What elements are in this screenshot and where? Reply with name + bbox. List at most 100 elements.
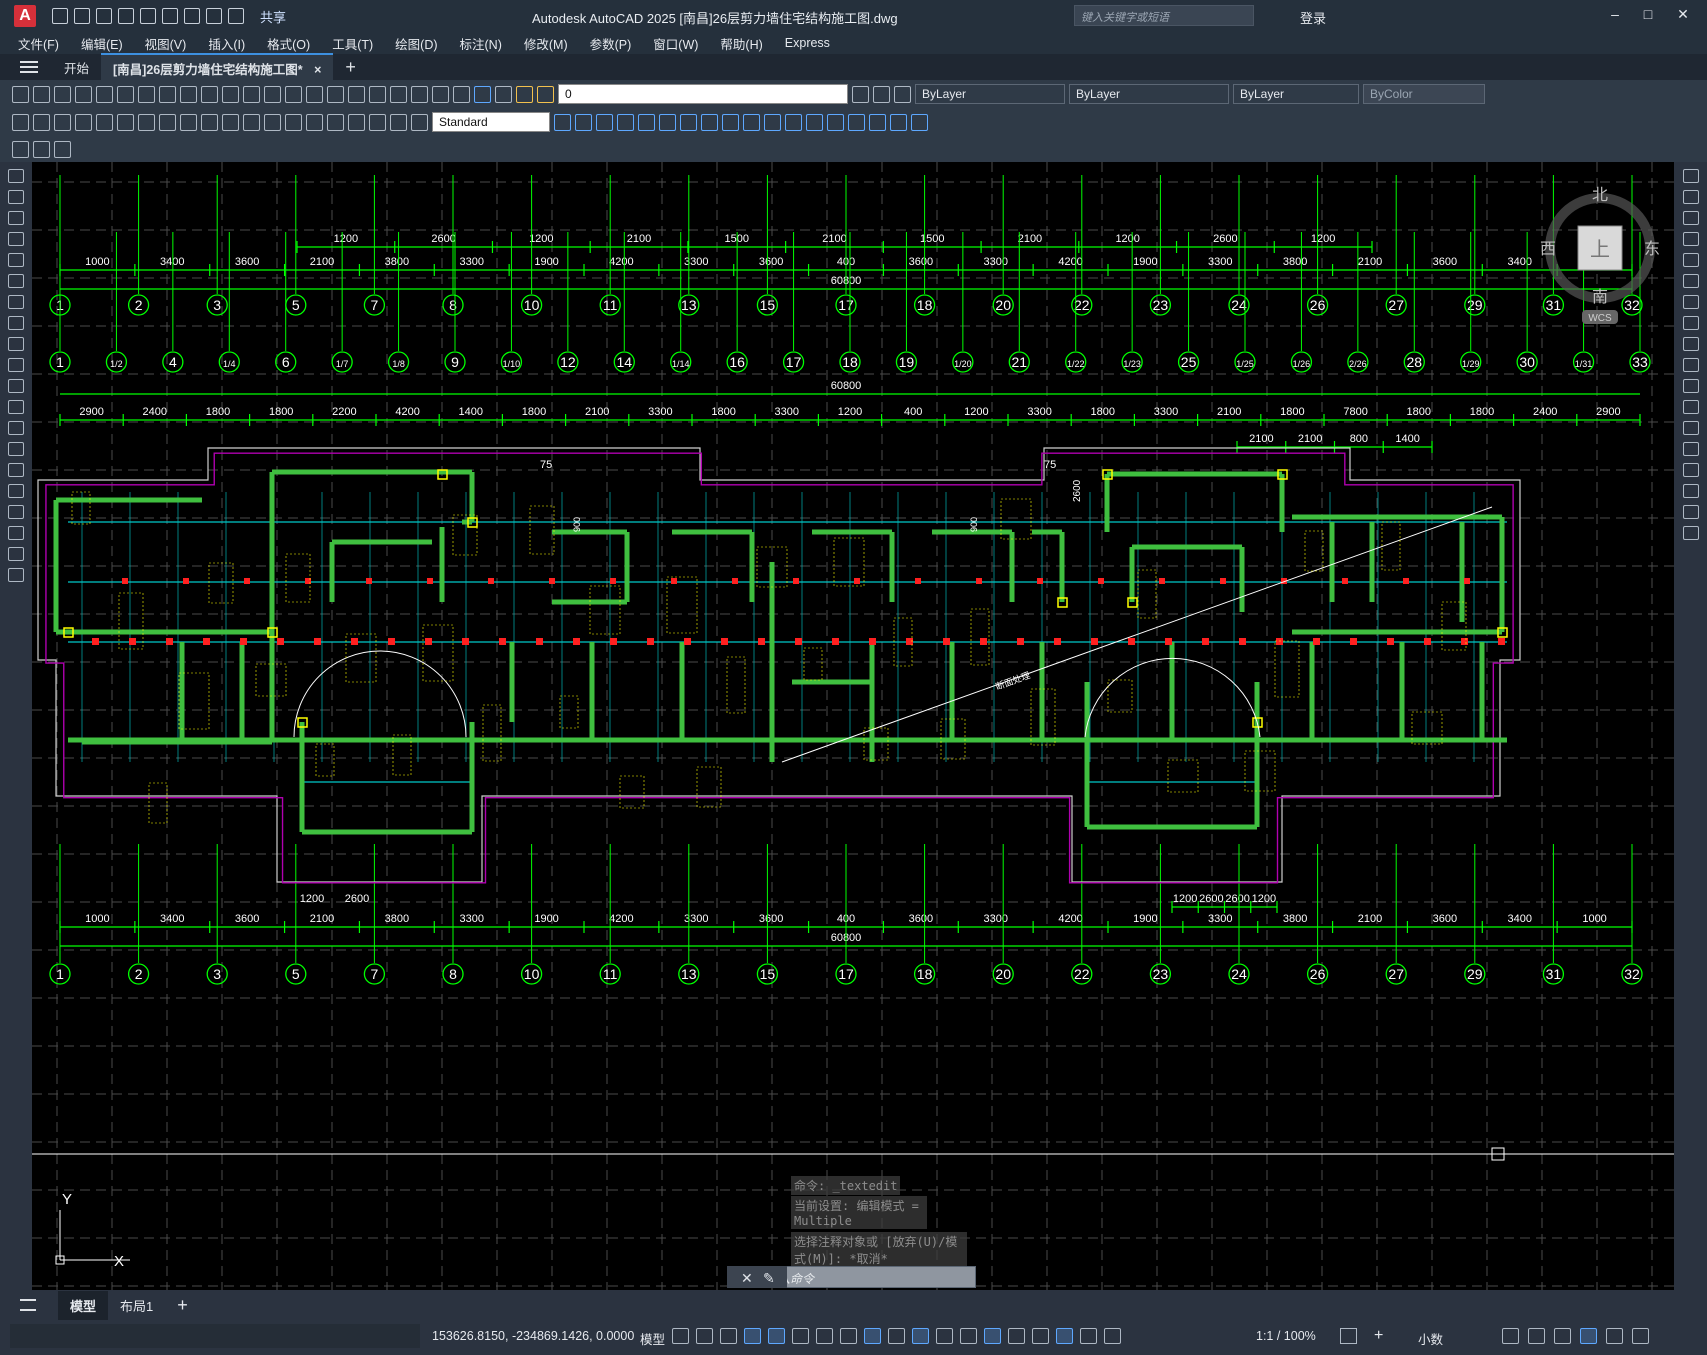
layer-properties-icon[interactable]	[495, 85, 512, 103]
tab-start[interactable]: 开始	[52, 54, 101, 81]
gizmo-icon[interactable]	[1032, 1328, 1049, 1344]
copy-icon[interactable]	[159, 85, 176, 103]
make-current-layer-icon[interactable]	[852, 85, 869, 103]
polar-icon[interactable]	[792, 1328, 809, 1344]
mirror-icon[interactable]	[1682, 211, 1699, 225]
close-command-icon[interactable]: ✕	[741, 1270, 753, 1287]
lineweight-icon[interactable]	[888, 1328, 905, 1344]
publish-icon[interactable]	[117, 85, 134, 103]
jogged-dim-icon[interactable]	[117, 113, 134, 131]
menu-draw[interactable]: 绘图(D)	[395, 34, 437, 53]
jogged-linear-icon[interactable]	[348, 113, 365, 131]
3d-osnap-icon[interactable]	[960, 1328, 977, 1344]
modify-icon-13[interactable]	[806, 113, 823, 131]
make-block-icon[interactable]	[8, 421, 24, 435]
close-icon[interactable]: ✕	[1668, 6, 1698, 26]
modify-icon-12[interactable]	[785, 113, 802, 131]
object-snap-icon[interactable]	[864, 1328, 881, 1344]
open-icon[interactable]	[33, 85, 50, 103]
polyline-icon[interactable]	[8, 211, 24, 225]
viewcube-south[interactable]: 南	[1592, 287, 1608, 306]
match-properties-icon[interactable]	[201, 85, 218, 103]
chamfer-icon[interactable]	[1682, 463, 1699, 477]
open-file-icon[interactable]	[74, 8, 90, 24]
linetype-dropdown[interactable]: ByLayer	[1069, 84, 1229, 104]
plotstyle-dropdown[interactable]: ByColor	[1363, 84, 1485, 104]
snap-icon[interactable]	[696, 1328, 713, 1344]
break-at-point-icon[interactable]	[1682, 400, 1699, 414]
isodraft-icon[interactable]	[816, 1328, 833, 1344]
center-mark-icon[interactable]	[306, 113, 323, 131]
menu-file[interactable]: 文件(F)	[18, 34, 59, 53]
add-selected-icon[interactable]	[8, 568, 24, 582]
layout-menu-icon[interactable]	[20, 1299, 36, 1311]
redo-icon[interactable]	[243, 85, 260, 103]
annotation-scale-dropdown[interactable]: 1:1 / 100%	[1256, 1329, 1316, 1343]
dynamic-ucs-icon[interactable]	[984, 1328, 1001, 1344]
extend-icon[interactable]	[1682, 379, 1699, 393]
layer-light-icon[interactable]	[516, 85, 533, 103]
tab-close-icon[interactable]: ×	[314, 63, 321, 77]
menu-modify[interactable]: 修改(M)	[524, 34, 568, 53]
plot-icon[interactable]	[184, 8, 200, 24]
baseline-dim-icon[interactable]	[201, 113, 218, 131]
viewcube-north[interactable]: 北	[1592, 186, 1608, 204]
rotate-icon[interactable]	[1682, 295, 1699, 309]
table-icon[interactable]	[8, 526, 24, 540]
break-icon[interactable]	[1682, 421, 1699, 435]
save-icon[interactable]	[96, 8, 112, 24]
menu-parametric[interactable]: 参数(P)	[590, 34, 632, 53]
viewcube-west[interactable]: 西	[1540, 239, 1556, 258]
dim-edit-icon[interactable]	[369, 113, 386, 131]
modify-icon-7[interactable]	[680, 113, 697, 131]
dim-break-icon[interactable]	[264, 113, 281, 131]
block-edit-icon[interactable]	[12, 140, 29, 158]
modify-icon-11[interactable]	[764, 113, 781, 131]
gradient-icon[interactable]	[8, 484, 24, 498]
angular-dim-icon[interactable]	[159, 113, 176, 131]
zoom-previous-icon[interactable]	[327, 85, 344, 103]
auto-scale-icon[interactable]	[1080, 1328, 1097, 1344]
point-icon[interactable]	[8, 442, 24, 456]
new-file-icon[interactable]	[52, 8, 68, 24]
save-as-icon[interactable]	[118, 8, 134, 24]
menu-format[interactable]: 格式(O)	[267, 34, 310, 53]
modify-icon-10[interactable]	[743, 113, 760, 131]
help-icon[interactable]	[474, 85, 491, 103]
add-layout-button[interactable]: +	[165, 1290, 200, 1321]
lineweight-dropdown[interactable]: ByLayer	[1233, 84, 1359, 104]
units-dropdown[interactable]: 小数	[1418, 1329, 1443, 1348]
hamburger-menu-icon[interactable]	[20, 61, 38, 73]
modify-icon-4[interactable]	[617, 113, 634, 131]
rectangle-icon[interactable]	[8, 253, 24, 267]
scale-icon[interactable]	[1682, 316, 1699, 330]
line-icon[interactable]	[8, 169, 24, 183]
grid-icon[interactable]	[672, 1328, 689, 1344]
insert-block-icon[interactable]	[8, 400, 24, 414]
command-line-handle[interactable]	[727, 1266, 787, 1288]
lock-ui-icon[interactable]	[1528, 1328, 1545, 1344]
diameter-dim-icon[interactable]	[138, 113, 155, 131]
save-web-icon[interactable]	[162, 8, 178, 24]
annotation-monitor-icon[interactable]: +	[1374, 1327, 1383, 1345]
dim-space-icon[interactable]	[243, 113, 260, 131]
drawing-canvas[interactable]: 1200260012002100150021001500210012002600…	[32, 162, 1674, 1290]
trim-icon[interactable]	[1682, 358, 1699, 372]
design-center-icon[interactable]	[369, 85, 386, 103]
dynamic-input-icon[interactable]	[744, 1328, 761, 1344]
tolerance-icon[interactable]	[285, 113, 302, 131]
text-style-dropdown[interactable]: Standard	[432, 112, 550, 132]
arc-icon[interactable]	[8, 274, 24, 288]
modify-icon-5[interactable]	[638, 113, 655, 131]
circle-icon[interactable]	[8, 295, 24, 309]
modify-icon-15[interactable]	[848, 113, 865, 131]
quickcalc-icon[interactable]	[453, 85, 470, 103]
minimize-icon[interactable]: –	[1600, 6, 1630, 26]
continue-dim-icon[interactable]	[222, 113, 239, 131]
quick-dim-icon[interactable]	[180, 113, 197, 131]
open-web-icon[interactable]	[140, 8, 156, 24]
hatch-icon[interactable]	[8, 463, 24, 477]
offset-icon[interactable]	[1682, 232, 1699, 246]
linear-dim-icon[interactable]	[12, 113, 29, 131]
maximize-icon[interactable]: □	[1633, 6, 1663, 26]
